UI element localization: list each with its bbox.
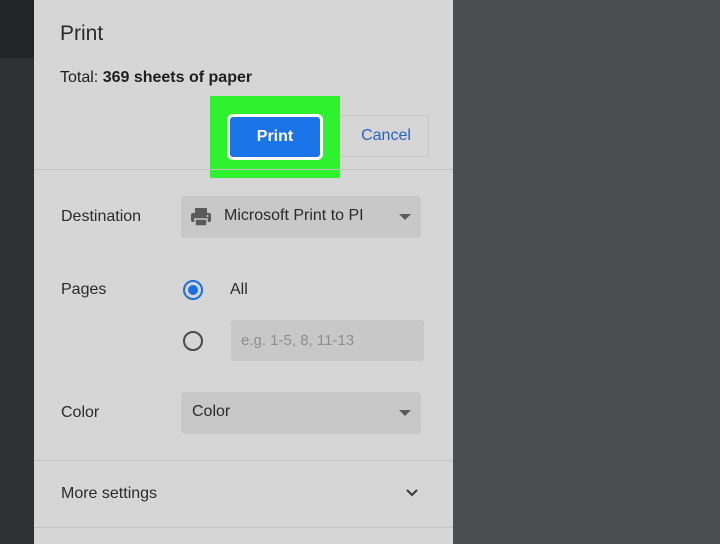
printer-icon [191, 208, 211, 227]
sheet-total: Total: 369 sheets of paper [60, 69, 252, 87]
print-button[interactable]: Print [227, 114, 323, 160]
color-value: Color [192, 403, 231, 420]
destination-select[interactable]: Microsoft Print to PI [181, 196, 421, 238]
radio-dot [188, 285, 198, 295]
pages-all-label: All [230, 281, 248, 298]
chevron-down-icon [399, 410, 411, 416]
background-left-strip [0, 0, 34, 544]
destination-label: Destination [61, 208, 142, 225]
color-select[interactable]: Color [181, 392, 421, 434]
print-settings-panel: Print Total: 369 sheets of paper Print C… [34, 0, 453, 544]
cancel-button[interactable]: Cancel [340, 115, 429, 157]
pages-label: Pages [61, 281, 107, 298]
more-settings-toggle[interactable]: More settings [34, 461, 453, 527]
sheet-total-label: Total: [60, 69, 103, 86]
background-top-bar [0, 0, 34, 58]
print-preview-area [453, 0, 720, 544]
bottom-divider [34, 527, 453, 528]
sheet-total-value: 369 sheets of paper [102, 69, 253, 86]
destination-value: Microsoft Print to PI [224, 207, 364, 224]
pages-custom-radio[interactable] [183, 331, 203, 351]
pages-all-radio[interactable] [183, 280, 203, 300]
chevron-down-icon [406, 489, 418, 497]
screen: Print Total: 369 sheets of paper Print C… [0, 0, 720, 544]
header-divider [34, 169, 453, 170]
color-label: Color [61, 404, 100, 421]
more-settings-label: More settings [61, 485, 158, 502]
pages-custom-input[interactable] [231, 320, 424, 361]
dialog-title: Print [60, 22, 104, 45]
chevron-down-icon [399, 214, 411, 220]
